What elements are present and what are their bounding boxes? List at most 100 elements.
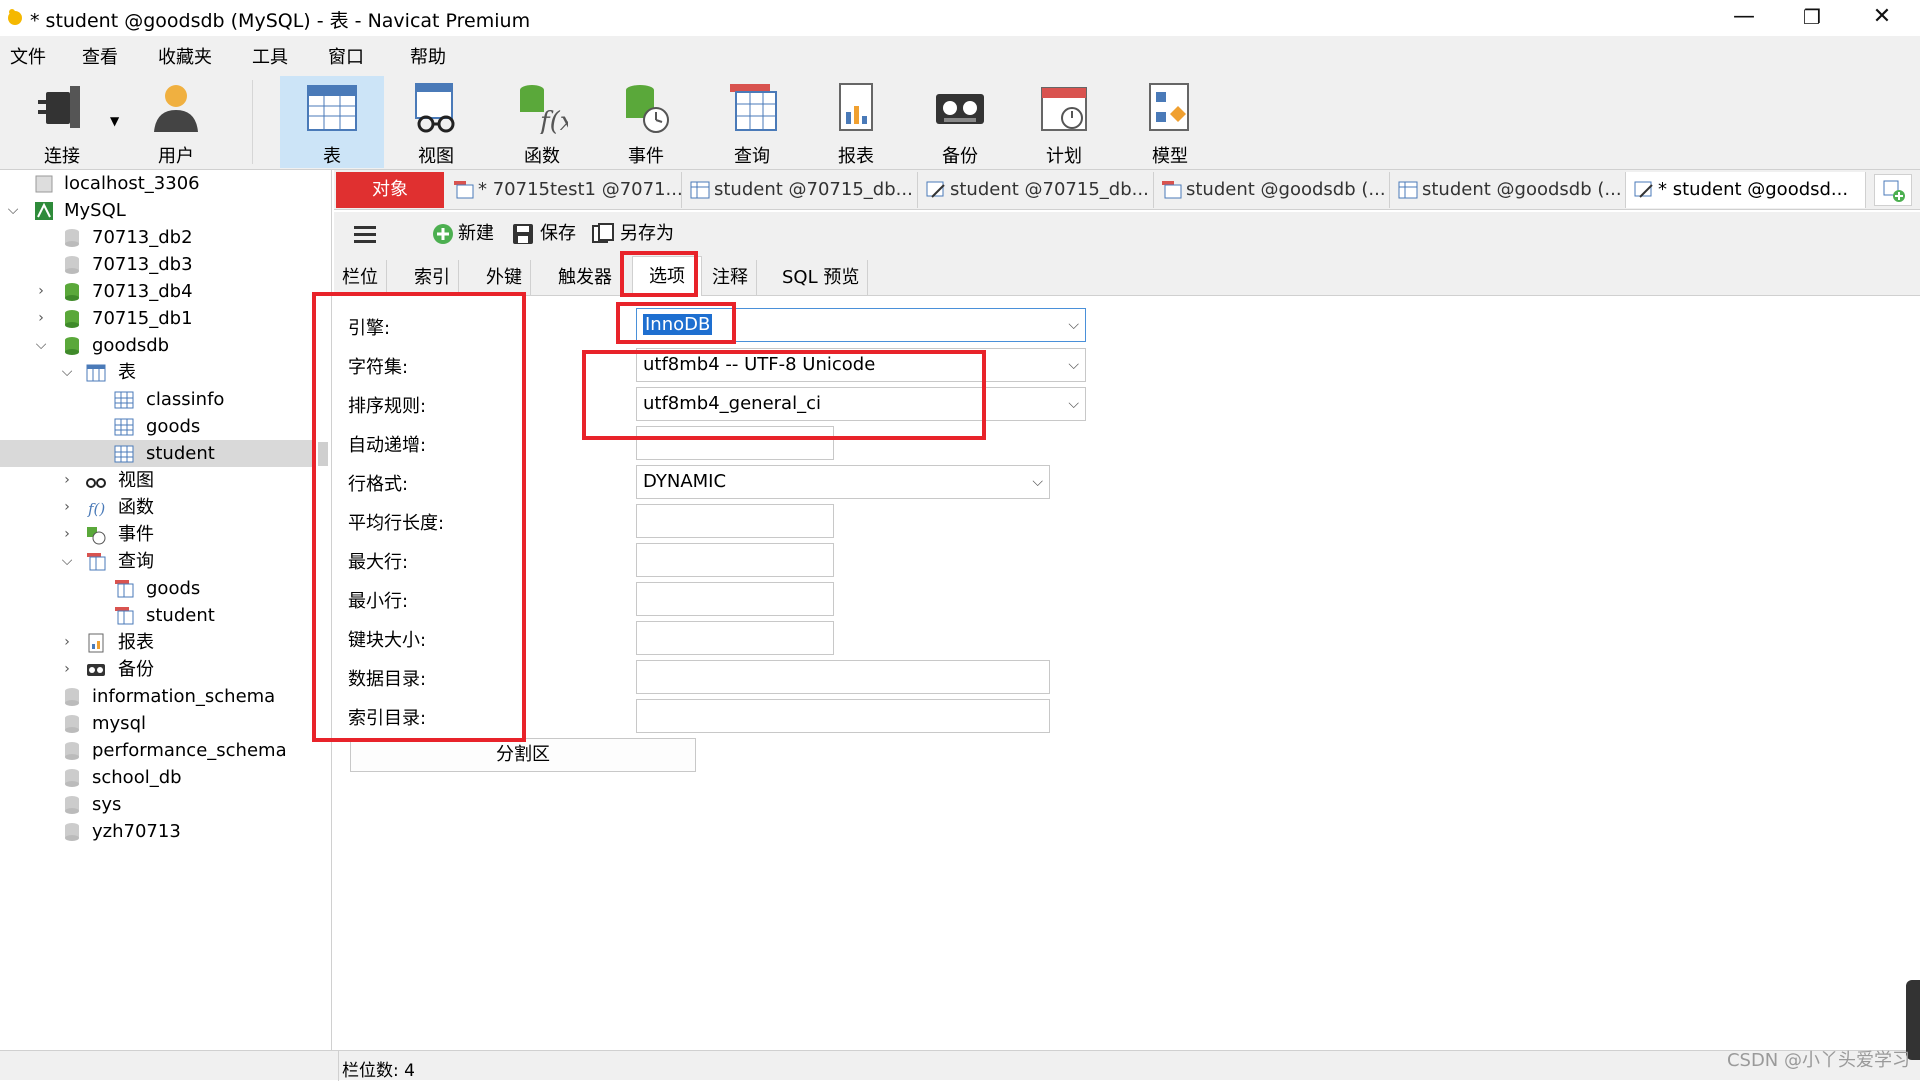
- tab-comments[interactable]: 注释: [704, 260, 757, 296]
- function-icon: f(): [87, 500, 105, 518]
- menu-tools[interactable]: 工具: [252, 43, 288, 69]
- menu-help[interactable]: 帮助: [410, 43, 446, 69]
- doc-tab[interactable]: student @goodsdb (...: [1154, 172, 1390, 208]
- tree-item-tables[interactable]: ⌵ 表: [0, 359, 330, 386]
- toolbar-connect-button[interactable]: 连接: [10, 76, 114, 168]
- chevron-down-icon[interactable]: ⌵: [60, 548, 74, 575]
- tree-item-query[interactable]: goods: [0, 575, 330, 602]
- tree-item-database[interactable]: › 70715_db1: [0, 305, 330, 332]
- close-button[interactable]: ✕: [1856, 2, 1908, 32]
- tree-item-database[interactable]: › 70713_db4: [0, 278, 330, 305]
- model-icon: [1149, 83, 1189, 131]
- doc-tab[interactable]: student @70715_db...: [682, 172, 918, 208]
- toolbar-report-button[interactable]: 报表: [804, 76, 908, 168]
- tree-item-queries[interactable]: ⌵ 查询: [0, 548, 330, 575]
- row-format-select[interactable]: DYNAMIC ⌵: [636, 465, 1050, 499]
- toolbar-label: 用户: [158, 146, 194, 167]
- tree-item-database[interactable]: information_schema: [0, 683, 330, 710]
- toolbar-model-button[interactable]: 模型: [1118, 76, 1222, 168]
- new-tab-button[interactable]: [1874, 174, 1912, 206]
- doc-tab-label: * 70715test1 @7071...: [478, 179, 682, 200]
- tree-item-connection[interactable]: localhost_3306: [0, 170, 330, 197]
- chevron-right-icon[interactable]: ›: [60, 521, 74, 548]
- menu-favorites[interactable]: 收藏夹: [158, 43, 212, 69]
- tree-item-table[interactable]: classinfo: [0, 386, 330, 413]
- tree-item-functions[interactable]: › f() 函数: [0, 494, 330, 521]
- tree-item-database[interactable]: sys: [0, 791, 330, 818]
- chevron-down-icon[interactable]: ⌵: [6, 197, 20, 224]
- chevron-right-icon[interactable]: ›: [60, 656, 74, 683]
- chevron-right-icon[interactable]: ›: [60, 629, 74, 656]
- tree-item-query[interactable]: student: [0, 602, 330, 629]
- tab-indexes[interactable]: 索引: [406, 260, 459, 296]
- tree-item-reports[interactable]: › 报表: [0, 629, 330, 656]
- chevron-right-icon[interactable]: ›: [34, 305, 48, 332]
- database-icon: [65, 256, 79, 274]
- toolbar-query-button[interactable]: 查询: [700, 76, 804, 168]
- menu-file[interactable]: 文件: [10, 43, 46, 69]
- avg-row-length-input[interactable]: [636, 504, 834, 538]
- row-format-value: DYNAMIC: [643, 471, 727, 492]
- tab-objects[interactable]: 对象: [336, 172, 444, 208]
- navigation-tree: localhost_3306 ⌵ MySQL 70713_db2 70713_d…: [0, 170, 332, 1050]
- tree-item-database[interactable]: school_db: [0, 764, 330, 791]
- database-icon: [65, 715, 79, 733]
- tree-item-label: information_schema: [92, 686, 276, 707]
- chevron-down-icon[interactable]: ⌵: [34, 332, 48, 359]
- tree-item-label: 备份: [118, 659, 154, 680]
- chevron-down-icon[interactable]: ⌵: [60, 359, 74, 386]
- add-tab-icon: [1883, 180, 1905, 202]
- tab-foreign-keys[interactable]: 外键: [478, 260, 531, 296]
- tree-item-table-selected[interactable]: student: [0, 440, 312, 467]
- connection-icon: [35, 175, 53, 193]
- toolbar-function-button[interactable]: f(x) 函数: [490, 76, 594, 168]
- tree-item-views[interactable]: › 视图: [0, 467, 330, 494]
- tree-item-database[interactable]: 70713_db3: [0, 251, 330, 278]
- tree-item-database[interactable]: 70713_db2: [0, 224, 330, 251]
- index-directory-input[interactable]: [636, 699, 1050, 733]
- menu-view[interactable]: 查看: [82, 43, 118, 69]
- doc-tab[interactable]: student @goodsdb (...: [1390, 172, 1626, 208]
- max-rows-input[interactable]: [636, 543, 834, 577]
- tree-item-label: 表: [118, 362, 136, 383]
- highlight-options-tab: [620, 251, 698, 297]
- tree-item-database[interactable]: performance_schema: [0, 737, 330, 764]
- tree-item-database[interactable]: yzh70713: [0, 818, 330, 845]
- toolbar-schedule-button[interactable]: 计划: [1012, 76, 1116, 168]
- tree-item-backups[interactable]: › 备份: [0, 656, 330, 683]
- data-directory-input[interactable]: [636, 660, 1050, 694]
- tree-item-table[interactable]: goods: [0, 413, 330, 440]
- key-block-size-input[interactable]: [636, 621, 834, 655]
- toolbar-table-button[interactable]: 表: [280, 76, 384, 168]
- chevron-down-icon: ⌵: [1068, 396, 1079, 412]
- minimize-button[interactable]: —: [1718, 2, 1770, 32]
- chevron-right-icon[interactable]: ›: [60, 494, 74, 521]
- tree-item-database[interactable]: mysql: [0, 710, 330, 737]
- chevron-right-icon[interactable]: ›: [34, 278, 48, 305]
- toolbar-view-button[interactable]: 视图: [384, 76, 488, 168]
- tree-item-events[interactable]: › 事件: [0, 521, 330, 548]
- toolbar-backup-button[interactable]: 备份: [908, 76, 1012, 168]
- event-icon: [626, 85, 669, 133]
- min-rows-input[interactable]: [636, 582, 834, 616]
- partition-button[interactable]: 分割区: [350, 738, 696, 772]
- tree-item-mysql[interactable]: ⌵ MySQL: [0, 197, 330, 224]
- tab-sql-preview[interactable]: SQL 预览: [774, 260, 869, 296]
- toolbar-user-button[interactable]: 用户: [124, 76, 228, 168]
- doc-tab[interactable]: * 70715test1 @7071...: [446, 172, 682, 208]
- tree-item-database-goodsdb[interactable]: ⌵ goodsdb: [0, 332, 330, 359]
- tree-item-label: goods: [146, 578, 201, 599]
- chevron-right-icon[interactable]: ›: [60, 467, 74, 494]
- menu-window[interactable]: 窗口: [328, 43, 364, 69]
- tab-fields[interactable]: 栏位: [334, 260, 387, 296]
- doc-tab-label: * student @goodsd...: [1658, 179, 1849, 200]
- hamburger-menu-icon[interactable]: [354, 226, 376, 244]
- view-icon: [86, 478, 106, 488]
- restore-button[interactable]: ❐: [1786, 2, 1838, 32]
- table-design-tabs: 栏位 索引 外键 触发器 选项 注释 SQL 预览: [334, 256, 1920, 296]
- connect-dropdown-icon[interactable]: ▼: [110, 114, 119, 128]
- doc-tab-active[interactable]: * student @goodsd...: [1626, 172, 1866, 208]
- toolbar-event-button[interactable]: 事件: [594, 76, 698, 168]
- tree-item-label: 70715_db1: [92, 308, 193, 329]
- doc-tab[interactable]: student @70715_db...: [918, 172, 1154, 208]
